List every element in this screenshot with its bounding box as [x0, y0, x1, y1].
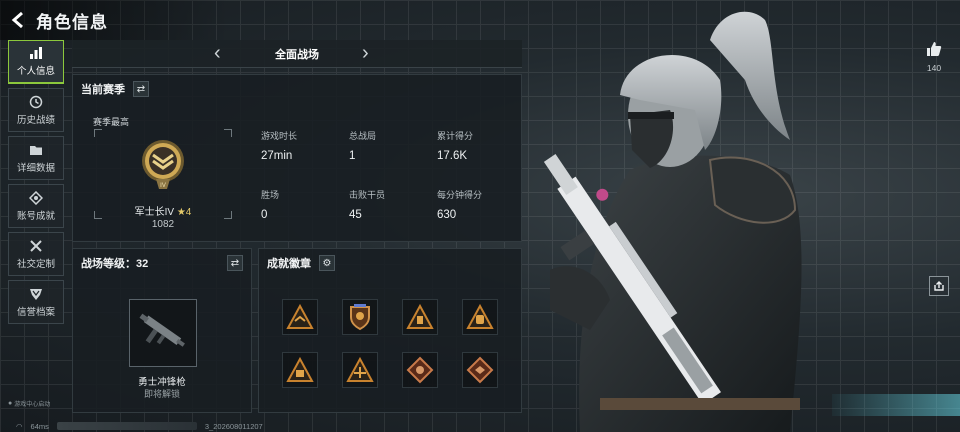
badge-7[interactable]: [402, 352, 438, 388]
stat-kills: 击败干员 45: [349, 188, 429, 221]
badge-2[interactable]: [342, 299, 378, 335]
sidebar-item-label: 账号成就: [16, 210, 55, 222]
stat-label: 每分钟得分: [437, 190, 483, 200]
page-title: 角色信息: [36, 12, 108, 32]
rank-emblem-icon: IV: [142, 140, 184, 189]
sidebar-item-label: 信誉档案: [16, 306, 55, 318]
diamond-badge-icon: [466, 356, 494, 384]
badge-3[interactable]: [402, 299, 438, 335]
triangle-badge-icon: [286, 356, 314, 382]
rank-card[interactable]: IV 军士长IV ★4 1082: [94, 129, 232, 230]
share-icon[interactable]: [929, 276, 949, 296]
sidebar-item-label: 详细数据: [16, 162, 55, 174]
sidebar-item-social[interactable]: 社交定制: [8, 232, 64, 276]
swap-icon[interactable]: ⇄: [133, 81, 149, 97]
badge-6[interactable]: [342, 352, 378, 388]
stat-label: 累计得分: [437, 131, 474, 141]
medal-icon: [28, 190, 44, 205]
svg-text:IV: IV: [160, 183, 166, 189]
swap-icon[interactable]: ⇄: [227, 255, 243, 271]
tools-icon: [29, 239, 43, 253]
level-title: 战场等级：32: [81, 258, 149, 270]
season-title: 当前赛季: [81, 84, 125, 96]
shield-badge-icon: [350, 304, 370, 331]
sidebar-item-achievements[interactable]: 账号成就: [8, 184, 64, 228]
folder-icon: [29, 143, 43, 157]
badge-8[interactable]: [462, 352, 498, 388]
bell-icon: ●: [8, 399, 13, 407]
clock-icon: [29, 95, 43, 109]
stat-value: 1: [349, 150, 356, 162]
rank-name: 军士长IV: [134, 207, 175, 218]
triangle-badge-icon: [346, 356, 374, 382]
sidebar-item-reputation[interactable]: 信誉档案: [8, 280, 64, 324]
sidebar-item-label: 社交定制: [16, 258, 55, 270]
stat-total-matches: 总战局 1: [349, 129, 429, 162]
stat-value: 17.6K: [437, 150, 468, 162]
stat-value: 27min: [261, 150, 293, 162]
thumbs-up-icon[interactable]: [925, 40, 943, 58]
stat-score-per-minute: 每分钟得分 630: [437, 188, 517, 221]
achievement-title: 成就徽章: [267, 258, 311, 270]
mode-tabbar: ‹ 全面战场 ›: [72, 40, 522, 68]
stat-label: 游戏时长: [261, 131, 298, 141]
badge-1[interactable]: [282, 299, 318, 335]
stat-label: 击败干员: [349, 190, 386, 200]
triangle-badge-icon: [466, 303, 494, 329]
level-header: 战场等级：32: [81, 255, 148, 271]
rank-points: 1082: [151, 219, 175, 230]
achievement-badges-panel: 成就徽章 ⚙: [258, 248, 522, 413]
like-count: 140: [926, 63, 942, 73]
stat-label: 总战局: [349, 131, 377, 141]
back-arrow-icon[interactable]: [10, 11, 28, 29]
badge-4[interactable]: [462, 299, 498, 335]
badge-5[interactable]: [282, 352, 318, 388]
battlefield-level-panel: 战场等级：32 ⇄ 勇士冲锋枪 即将解锁: [72, 248, 252, 413]
stat-label: 胜场: [261, 190, 280, 200]
redacted-id: [56, 422, 197, 430]
wifi-icon: ◠: [16, 421, 23, 431]
sidebar-item-personal-info[interactable]: 个人信息: [8, 40, 64, 84]
stat-total-score: 累计得分 17.6K: [437, 129, 517, 162]
season-best-label: 赛季最高: [93, 117, 130, 127]
stat-play-time: 游戏时长 27min: [261, 129, 341, 162]
rank-name-row: 军士长IV ★4: [94, 203, 232, 218]
sidebar-item-label: 历史战绩: [16, 114, 55, 126]
ping-value: 64ms: [30, 421, 49, 431]
chevron-right-icon[interactable]: ›: [362, 43, 369, 63]
stat-value: 630: [437, 209, 457, 221]
weapon-unlock-status: 即将解锁: [143, 389, 180, 399]
chevron-left-icon[interactable]: ‹: [214, 43, 221, 63]
shield-icon: [29, 287, 43, 301]
game-center-button[interactable]: ● 游戏中心启动: [8, 396, 68, 410]
season-panel: 当前赛季 ⇄ 赛季最高 IV 军士长IV ★4 1082 游戏时长 27min …: [72, 74, 522, 242]
background-light: [832, 394, 960, 416]
stat-wins: 胜场 0: [261, 188, 341, 221]
stat-value: 45: [349, 209, 362, 221]
build-id: 3_202608011207: [204, 421, 263, 431]
triangle-badge-icon: [406, 303, 434, 329]
stat-value: 0: [261, 209, 268, 221]
triangle-badge-icon: [286, 303, 314, 329]
sidebar-item-details[interactable]: 详细数据: [8, 136, 64, 180]
sidebar-item-label: 个人信息: [16, 66, 55, 77]
bar-chart-icon: [29, 46, 43, 60]
sidebar-item-history[interactable]: 历史战绩: [8, 88, 64, 132]
rank-stars: ★4: [176, 207, 192, 218]
status-bar: ◠ 64ms 3_202608011207: [16, 420, 326, 432]
character-portrait: [543, 11, 802, 432]
diamond-badge-icon: [406, 356, 434, 384]
mode-title: 全面战场: [275, 48, 319, 61]
smg-weapon-icon: [139, 313, 185, 347]
achievement-header: 成就徽章 ⚙: [267, 255, 335, 271]
sidebar: 个人信息 历史战绩 详细数据 账号成就 社交定制 信誉档案: [8, 40, 64, 328]
gear-icon[interactable]: ⚙: [319, 255, 335, 271]
season-header: 当前赛季 ⇄: [81, 81, 149, 97]
weapon-name: 勇士冲锋枪: [138, 377, 186, 388]
game-center-label: 游戏中心启动: [14, 401, 51, 408]
header: 角色信息: [0, 0, 230, 40]
weapon-reward-card[interactable]: [129, 299, 197, 367]
